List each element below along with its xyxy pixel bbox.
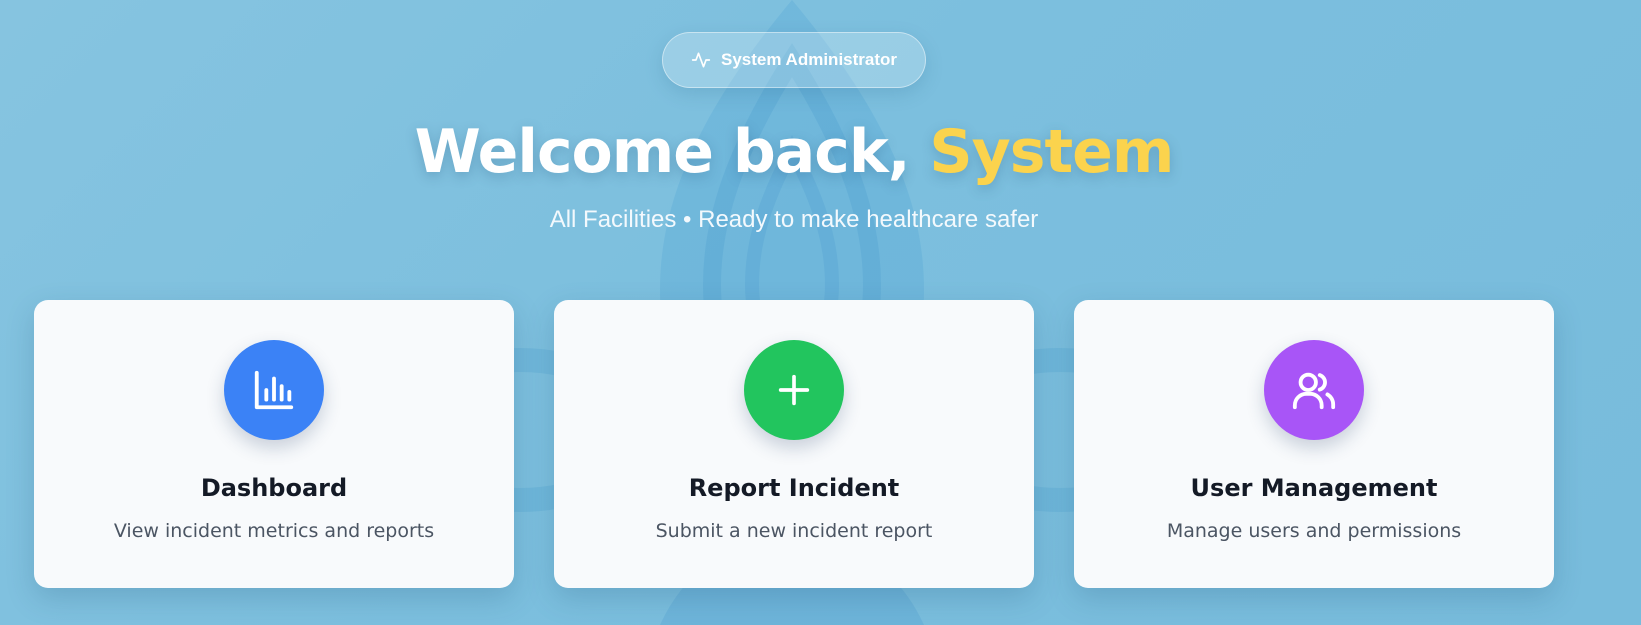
report-incident-card-title: Report Incident: [688, 474, 900, 502]
users-icon: [1264, 340, 1364, 440]
report-incident-card-description: Submit a new incident report: [655, 520, 933, 542]
role-badge-label: System Administrator: [720, 50, 898, 69]
report-incident-card[interactable]: Report Incident Submit a new incident re…: [554, 300, 1034, 588]
user-management-card-title: User Management: [1190, 474, 1438, 502]
role-badge: System Administrator: [662, 32, 926, 88]
bar-chart-icon: [224, 340, 324, 440]
welcome-user-name: System: [929, 117, 1174, 187]
dashboard-card-description: View incident metrics and reports: [113, 520, 435, 542]
dashboard-card-title: Dashboard: [200, 474, 348, 502]
welcome-heading: Welcome back, System: [0, 116, 1588, 188]
welcome-subtitle: All Facilities • Ready to make healthcar…: [549, 206, 1039, 233]
dashboard-card[interactable]: Dashboard View incident metrics and repo…: [34, 300, 514, 588]
activity-icon: [691, 50, 711, 70]
welcome-prefix: Welcome back,: [414, 117, 930, 187]
user-management-card[interactable]: User Management Manage users and permiss…: [1074, 300, 1554, 588]
plus-icon: [744, 340, 844, 440]
user-management-card-description: Manage users and permissions: [1166, 520, 1462, 542]
